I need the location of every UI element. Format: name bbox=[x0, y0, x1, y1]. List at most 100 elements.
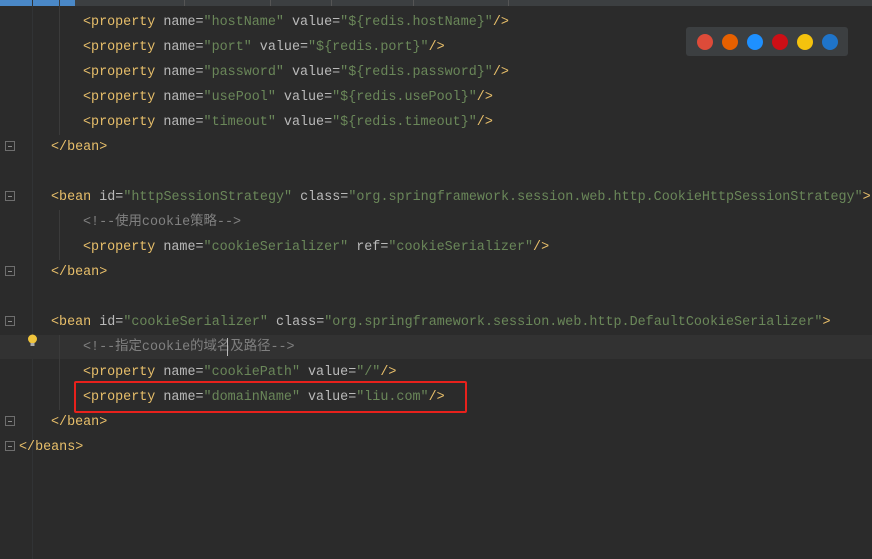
xml-value: "cookieSerializer" bbox=[203, 240, 349, 255]
xml-value: "${redis.port}" bbox=[308, 40, 429, 55]
fold-marker-icon[interactable] bbox=[5, 266, 15, 276]
indent-guide bbox=[59, 210, 60, 260]
xml-tag: <property bbox=[83, 90, 164, 105]
code-line[interactable]: <property name="port" value="${redis.por… bbox=[83, 35, 445, 60]
fold-marker-icon[interactable] bbox=[5, 316, 15, 326]
xml-tag: <property bbox=[83, 365, 164, 380]
tab-separator bbox=[508, 0, 509, 6]
xml-attribute: name= bbox=[163, 240, 204, 255]
xml-value: "${redis.usePool}" bbox=[332, 90, 477, 105]
tab-separator bbox=[270, 0, 271, 6]
text-caret bbox=[227, 338, 228, 356]
code-line[interactable]: <!--指定cookie的域名及路径--> bbox=[83, 335, 295, 360]
xml-tag: /> bbox=[476, 115, 493, 130]
xml-value: "port" bbox=[203, 40, 252, 55]
code-line[interactable]: </bean> bbox=[51, 410, 107, 435]
xml-tag: <bean bbox=[51, 315, 100, 330]
xml-tag: <property bbox=[83, 15, 164, 30]
code-line[interactable]: <bean id="httpSessionStrategy" class="or… bbox=[51, 185, 871, 210]
xml-tag: <property bbox=[83, 65, 164, 80]
code-line[interactable]: <property name="cookieSerializer" ref="c… bbox=[83, 235, 549, 260]
xml-tag: </bean> bbox=[51, 140, 108, 155]
ie-icon[interactable] bbox=[796, 33, 813, 50]
xml-value: "hostName" bbox=[203, 15, 284, 30]
xml-comment: <!--指定cookie的域名及路径--> bbox=[83, 340, 295, 355]
lightbulb-icon[interactable] bbox=[27, 334, 38, 347]
tab-separator bbox=[331, 0, 332, 6]
xml-tag: </beans> bbox=[19, 440, 84, 455]
xml-tag: <property bbox=[83, 115, 164, 130]
xml-attribute: name= bbox=[163, 65, 204, 80]
xml-tag: > bbox=[822, 315, 831, 330]
fold-marker-icon[interactable] bbox=[5, 416, 15, 426]
xml-value: "org.springframework.session.web.http.De… bbox=[324, 315, 823, 330]
xml-attribute: ref= bbox=[348, 240, 389, 255]
xml-comment: <!--使用cookie策略--> bbox=[83, 215, 242, 230]
xml-value: "/" bbox=[356, 365, 381, 380]
xml-value: "timeout" bbox=[203, 115, 276, 130]
xml-attribute: name= bbox=[163, 115, 204, 130]
xml-attribute: value= bbox=[299, 365, 357, 380]
editor-tab-bar[interactable] bbox=[0, 0, 872, 6]
xml-attribute: class= bbox=[292, 190, 349, 205]
xml-attribute: value= bbox=[251, 40, 309, 55]
xml-attribute: value= bbox=[275, 115, 333, 130]
xml-value: "password" bbox=[203, 65, 284, 80]
xml-value: "usePool" bbox=[203, 90, 276, 105]
xml-tag: /> bbox=[428, 40, 445, 55]
fold-marker-icon[interactable] bbox=[5, 141, 15, 151]
xml-tag: /> bbox=[492, 15, 509, 30]
xml-attribute: name= bbox=[163, 90, 204, 105]
xml-attribute: name= bbox=[163, 40, 204, 55]
xml-attribute: value= bbox=[275, 90, 333, 105]
code-line[interactable]: </bean> bbox=[51, 260, 107, 285]
xml-tag: > bbox=[862, 190, 871, 205]
xml-attribute: value= bbox=[283, 15, 341, 30]
browser-preview-toolbar bbox=[686, 27, 848, 56]
xml-tag: /> bbox=[533, 240, 550, 255]
xml-attribute: class= bbox=[267, 315, 325, 330]
xml-tag: /> bbox=[492, 65, 509, 80]
xml-value: "cookieSerializer" bbox=[123, 315, 268, 330]
tab-separator bbox=[184, 0, 185, 6]
code-line[interactable]: </beans> bbox=[19, 435, 83, 460]
safari-icon[interactable] bbox=[746, 33, 763, 50]
xml-attribute: value= bbox=[283, 65, 341, 80]
xml-value: "cookieSerializer" bbox=[388, 240, 534, 255]
xml-attribute: name= bbox=[163, 15, 204, 30]
xml-tag: /> bbox=[380, 365, 397, 380]
xml-tag: </bean> bbox=[51, 415, 108, 430]
code-line[interactable]: <property name="usePool" value="${redis.… bbox=[83, 85, 493, 110]
edge-icon[interactable] bbox=[821, 33, 838, 50]
active-tab[interactable] bbox=[0, 0, 75, 6]
fold-marker-icon[interactable] bbox=[5, 441, 15, 451]
indent-guide bbox=[59, 335, 60, 410]
xml-value: "httpSessionStrategy" bbox=[123, 190, 293, 205]
code-line[interactable]: <property name="password" value="${redis… bbox=[83, 60, 509, 85]
gutter-divider bbox=[32, 0, 33, 559]
xml-tag: /> bbox=[476, 90, 493, 105]
xml-attribute: id= bbox=[99, 315, 124, 330]
code-line[interactable]: <property name="timeout" value="${redis.… bbox=[83, 110, 493, 135]
xml-attribute: id= bbox=[99, 190, 124, 205]
code-line[interactable]: </bean> bbox=[51, 135, 107, 160]
highlight-box bbox=[74, 381, 467, 413]
tab-separator bbox=[413, 0, 414, 6]
code-line[interactable]: <!--使用cookie策略--> bbox=[83, 210, 241, 235]
xml-value: "cookiePath" bbox=[203, 365, 300, 380]
opera-icon[interactable] bbox=[771, 33, 788, 50]
xml-tag: <bean bbox=[51, 190, 100, 205]
xml-attribute: name= bbox=[163, 365, 204, 380]
xml-value: "${redis.timeout}" bbox=[332, 115, 477, 130]
xml-tag: <property bbox=[83, 40, 164, 55]
indent-guide bbox=[59, 0, 60, 135]
fold-marker-icon[interactable] bbox=[5, 191, 15, 201]
chrome-icon[interactable] bbox=[696, 33, 713, 50]
xml-value: "${redis.password}" bbox=[340, 65, 493, 80]
xml-tag: <property bbox=[83, 240, 164, 255]
code-line[interactable]: <property name="hostName" value="${redis… bbox=[83, 10, 509, 35]
xml-value: "org.springframework.session.web.http.Co… bbox=[348, 190, 863, 205]
xml-value: "${redis.hostName}" bbox=[340, 15, 493, 30]
firefox-icon[interactable] bbox=[721, 33, 738, 50]
code-line[interactable]: <bean id="cookieSerializer" class="org.s… bbox=[51, 310, 831, 335]
